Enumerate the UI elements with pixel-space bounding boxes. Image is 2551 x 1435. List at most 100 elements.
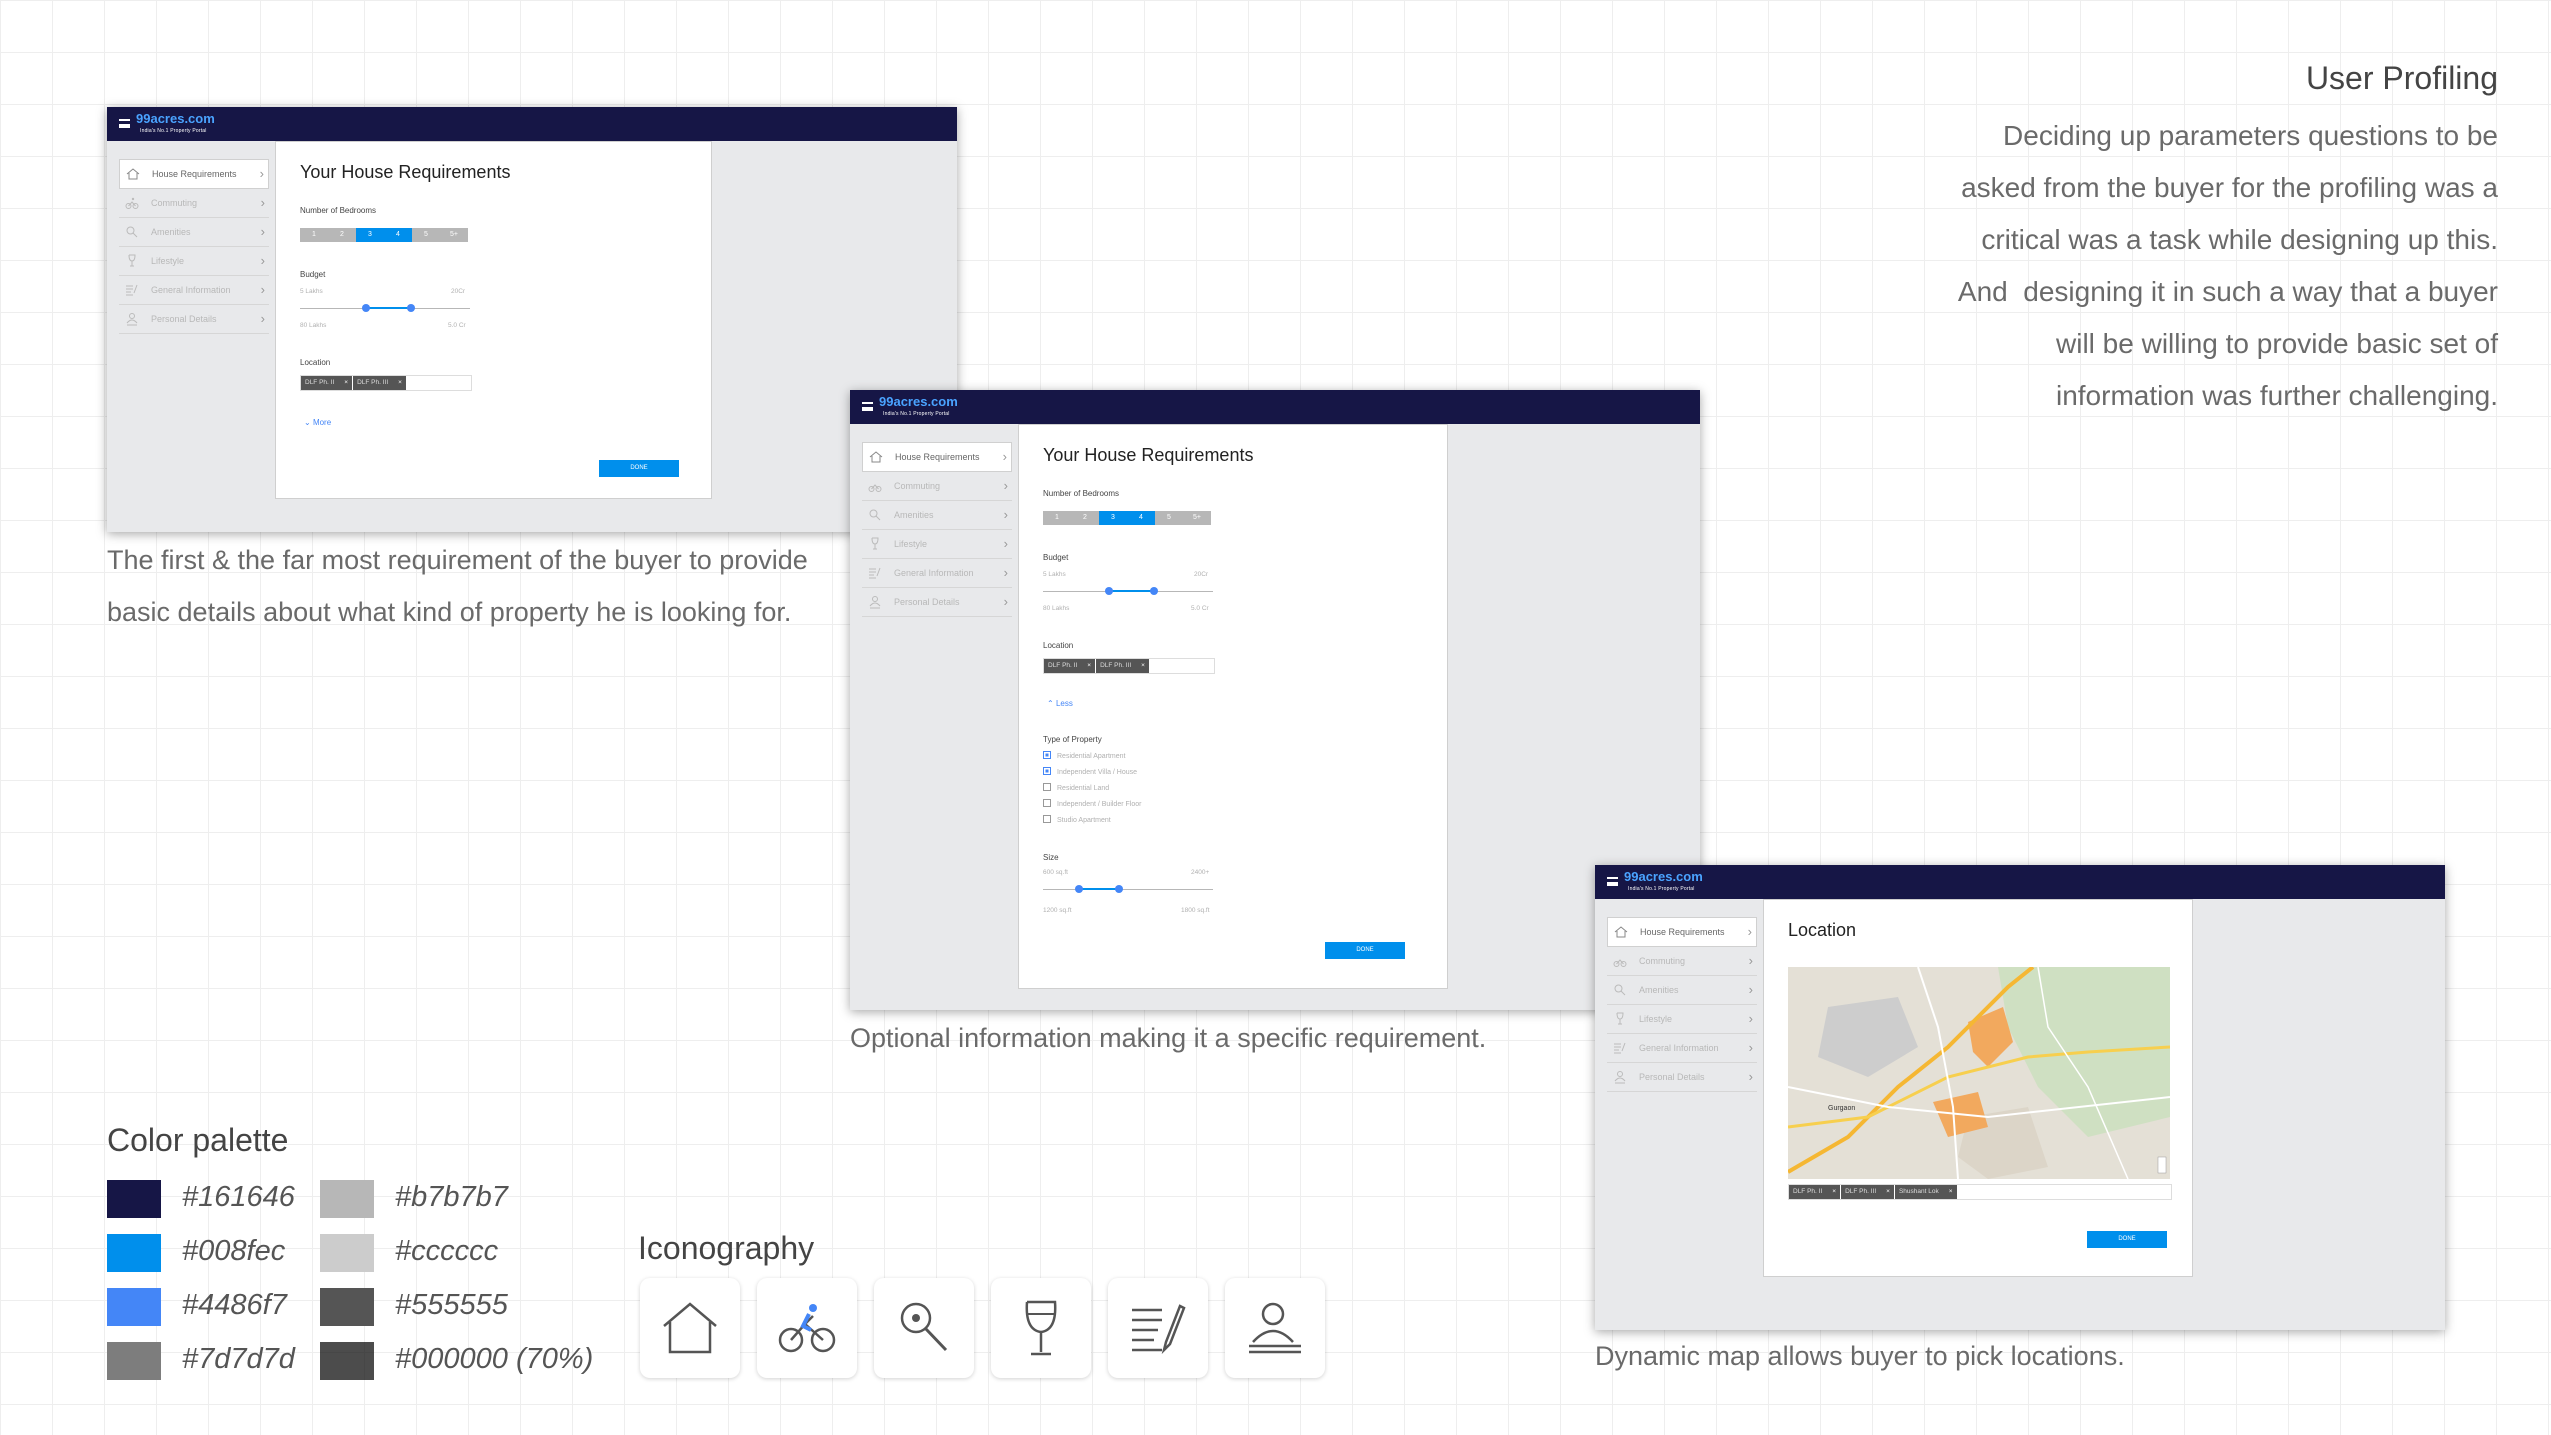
sidebar-item-commuting[interactable]: Commuting › xyxy=(119,189,269,218)
hamburger-menu-icon[interactable] xyxy=(1607,877,1618,886)
sidebar-item-personal-details[interactable]: Personal Details › xyxy=(862,588,1012,617)
checkbox-icon[interactable] xyxy=(1043,767,1051,775)
close-icon[interactable]: × xyxy=(1949,1188,1953,1195)
budget-label: Budget xyxy=(1043,553,1069,562)
sidebar-item-amenities[interactable]: Amenities › xyxy=(119,218,269,247)
bicycle-icon xyxy=(778,1304,836,1353)
magnifier-icon xyxy=(869,509,881,521)
color-hex-label: #000000 (70%) xyxy=(395,1343,594,1375)
checkbox-icon[interactable] xyxy=(1043,783,1051,791)
sidebar-item-house-requirements[interactable]: House Requirements › xyxy=(862,442,1012,472)
location-chip[interactable]: DLF Ph. III × xyxy=(353,376,406,390)
top-navbar: 99acres.com India's No.1 Property Portal xyxy=(850,390,1700,424)
checkbox-icon[interactable] xyxy=(1043,751,1051,759)
sidebar-item-lifestyle[interactable]: Lifestyle › xyxy=(1607,1005,1757,1034)
document-pen-icon xyxy=(1614,1042,1626,1054)
budget-slider-handle-low[interactable] xyxy=(1105,587,1113,595)
more-toggle[interactable]: ⌄ More xyxy=(304,418,331,427)
less-toggle[interactable]: ⌃ Less xyxy=(1047,699,1073,708)
location-chip[interactable]: DLF Ph. II × xyxy=(1044,659,1096,673)
bedroom-option[interactable]: 4 xyxy=(1127,511,1155,525)
sidebar-item-commuting[interactable]: Commuting › xyxy=(862,472,1012,501)
sidebar: House Requirements › Commuting › Ameniti… xyxy=(862,442,1012,617)
budget-label: Budget xyxy=(300,270,326,279)
sidebar-item-personal-details[interactable]: Personal Details › xyxy=(119,305,269,334)
location-chip[interactable]: DLF Ph. II × xyxy=(301,376,353,390)
done-button[interactable]: DONE xyxy=(2087,1231,2167,1248)
checkbox-label: Studio Apartment xyxy=(1057,817,1111,824)
location-chip[interactable]: DLF Ph. II × xyxy=(1789,1185,1841,1199)
bedroom-option[interactable]: 1 xyxy=(300,228,328,242)
property-type-checkbox[interactable]: Independent / Builder Floor xyxy=(1043,799,1141,808)
location-chip[interactable]: DLF Ph. III × xyxy=(1841,1185,1894,1199)
location-input[interactable]: DLF Ph. II × DLF Ph. III × xyxy=(300,375,472,391)
bedroom-option[interactable]: 5 xyxy=(412,228,440,242)
logo[interactable]: 99acres.com xyxy=(136,112,215,126)
sidebar-item-general-information[interactable]: General Information › xyxy=(862,559,1012,588)
sidebar: House Requirements › Commuting › Ameniti… xyxy=(119,159,269,334)
bedroom-option[interactable]: 3 xyxy=(1099,511,1127,525)
property-type-checkbox[interactable]: Residential Apartment xyxy=(1043,751,1125,760)
person-icon xyxy=(126,313,138,326)
bedroom-option[interactable]: 5 xyxy=(1155,511,1183,525)
sidebar-item-label: General Information xyxy=(151,285,231,295)
magnifier-icon xyxy=(900,1302,948,1352)
logo[interactable]: 99acres.com xyxy=(1624,870,1703,884)
budget-max: 20Cr xyxy=(1194,571,1209,578)
sidebar-item-personal-details[interactable]: Personal Details › xyxy=(1607,1063,1757,1092)
location-input[interactable]: DLF Ph. II × DLF Ph. III × Shushant Lok × xyxy=(1788,1184,2172,1200)
bedroom-option[interactable]: 2 xyxy=(328,228,356,242)
checkbox-icon[interactable] xyxy=(1043,799,1051,807)
sidebar-item-house-requirements[interactable]: House Requirements › xyxy=(119,159,269,189)
hamburger-menu-icon[interactable] xyxy=(862,402,873,411)
page-title: Your House Requirements xyxy=(1043,445,1254,465)
wine-glass-icon xyxy=(128,254,136,267)
property-type-checkbox[interactable]: Residential Land xyxy=(1043,783,1109,792)
budget-slider-handle-high[interactable] xyxy=(1150,587,1158,595)
mockup-house-requirements: 99acres.com India's No.1 Property Portal… xyxy=(107,107,957,532)
location-map[interactable]: Gurgaon xyxy=(1788,967,2170,1179)
close-icon[interactable]: × xyxy=(398,379,402,386)
sidebar-item-house-requirements[interactable]: House Requirements › xyxy=(1607,917,1757,947)
bedroom-option[interactable]: 2 xyxy=(1071,511,1099,525)
budget-slider-handle-high[interactable] xyxy=(407,304,415,312)
sidebar-item-label: House Requirements xyxy=(152,169,237,179)
checkbox-label: Independent / Builder Floor xyxy=(1057,801,1142,808)
mockup-house-requirements-expanded: 99acres.com India's No.1 Property Portal… xyxy=(850,390,1700,1010)
sidebar-item-general-information[interactable]: General Information › xyxy=(1607,1034,1757,1063)
size-slider-handle-high[interactable] xyxy=(1115,885,1123,893)
sidebar-item-amenities[interactable]: Amenities › xyxy=(862,501,1012,530)
wine-glass-icon xyxy=(1616,1012,1624,1025)
checkbox-icon[interactable] xyxy=(1043,815,1051,823)
palette-heading: Color palette xyxy=(107,1122,289,1158)
property-type-label: Type of Property xyxy=(1043,735,1102,744)
done-button[interactable]: DONE xyxy=(599,460,679,477)
location-chip[interactable]: Shushant Lok × xyxy=(1894,1185,1957,1199)
close-icon[interactable]: × xyxy=(1141,662,1145,669)
logo[interactable]: 99acres.com xyxy=(879,395,958,409)
bedroom-option[interactable]: 5+ xyxy=(440,228,468,242)
bedroom-option[interactable]: 3 xyxy=(356,228,384,242)
budget-slider-handle-low[interactable] xyxy=(362,304,370,312)
sidebar-item-lifestyle[interactable]: Lifestyle › xyxy=(862,530,1012,559)
property-type-checkbox[interactable]: Studio Apartment xyxy=(1043,815,1111,824)
sidebar-item-lifestyle[interactable]: Lifestyle › xyxy=(119,247,269,276)
size-low-value: 1200 sq.ft xyxy=(1043,907,1072,914)
bedroom-option[interactable]: 4 xyxy=(384,228,412,242)
close-icon[interactable]: × xyxy=(1886,1188,1890,1195)
sidebar-item-general-information[interactable]: General Information › xyxy=(119,276,269,305)
close-icon[interactable]: × xyxy=(1087,662,1091,669)
property-type-checkbox[interactable]: Independent Villa / House xyxy=(1043,767,1137,776)
size-slider-handle-low[interactable] xyxy=(1075,885,1083,893)
done-button[interactable]: DONE xyxy=(1325,942,1405,959)
sidebar-item-commuting[interactable]: Commuting › xyxy=(1607,947,1757,976)
close-icon[interactable]: × xyxy=(1832,1188,1836,1195)
bedroom-option[interactable]: 5+ xyxy=(1183,511,1211,525)
size-slider-track[interactable] xyxy=(1043,889,1213,890)
location-chip[interactable]: DLF Ph. III × xyxy=(1096,659,1149,673)
hamburger-menu-icon[interactable] xyxy=(119,119,130,128)
close-icon[interactable]: × xyxy=(344,379,348,386)
bedroom-option[interactable]: 1 xyxy=(1043,511,1071,525)
sidebar-item-amenities[interactable]: Amenities › xyxy=(1607,976,1757,1005)
location-input[interactable]: DLF Ph. II × DLF Ph. III × xyxy=(1043,658,1215,674)
